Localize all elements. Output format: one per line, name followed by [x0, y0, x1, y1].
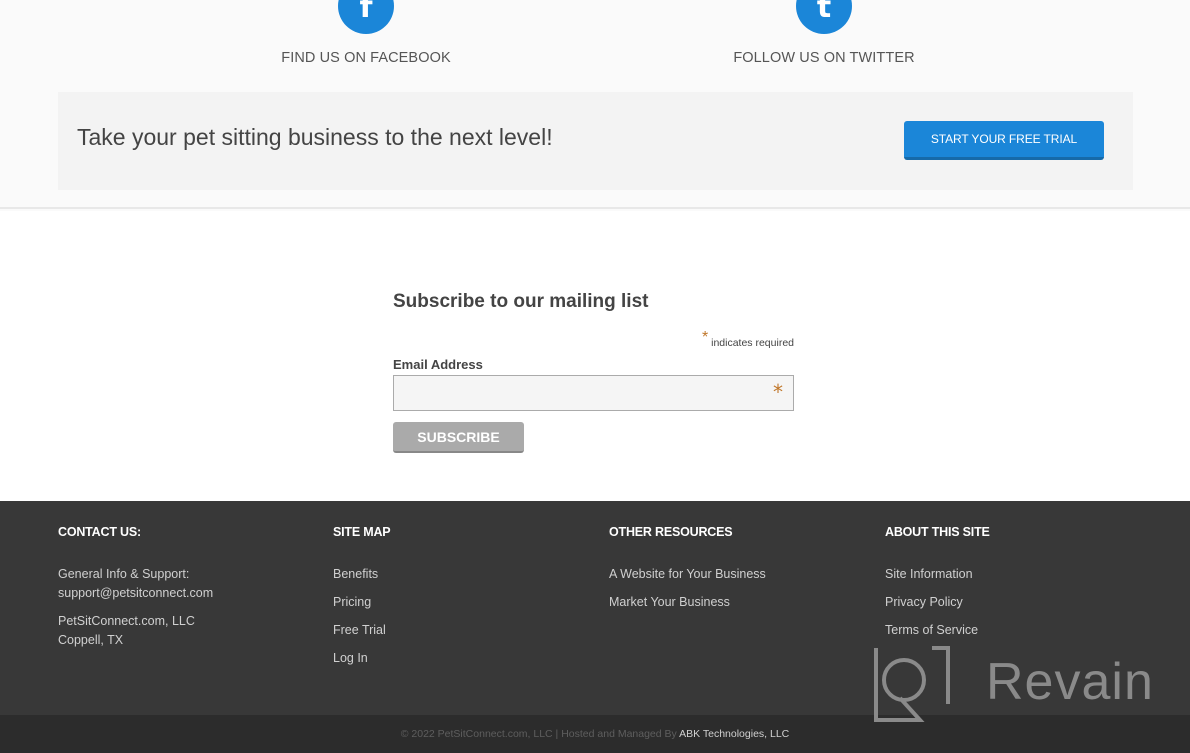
footer-sitemap: SITE MAP Benefits Pricing Free Trial Log… [333, 525, 391, 677]
sitemap-link-pricing[interactable]: Pricing [333, 593, 390, 612]
email-required-asterisk-icon: * [773, 380, 783, 404]
host-link[interactable]: ABK Technologies, LLC [679, 728, 789, 740]
email-input[interactable]: * [393, 375, 794, 411]
mailing-list-title: Subscribe to our mailing list [393, 291, 649, 312]
copyright-text: © 2022 PetSitConnect.com, LLC | Hosted a… [400, 728, 677, 740]
twitter-label[interactable]: FOLLOW US ON TWITTER [690, 50, 958, 66]
contact-line: PetSitConnect.com, LLC [58, 614, 195, 628]
cta-text: Take your pet sitting business to the ne… [77, 124, 553, 150]
sitemap-link-free-trial[interactable]: Free Trial [333, 621, 390, 640]
footer-about: ABOUT THIS SITE Site Information Privacy… [885, 525, 990, 649]
facebook-label[interactable]: FIND US ON FACEBOOK [232, 50, 500, 66]
required-note: * indicates required [700, 329, 794, 351]
twitter-icon[interactable]: t [796, 0, 852, 34]
social-section: f FIND US ON FACEBOOK t FOLLOW US ON TWI… [0, 0, 1190, 209]
sitemap-link-benefits[interactable]: Benefits [333, 565, 390, 584]
footer-sitemap-heading: SITE MAP [333, 525, 391, 539]
footer-about-heading: ABOUT THIS SITE [885, 525, 990, 539]
email-label: Email Address [393, 357, 483, 372]
mailing-list-section: Subscribe to our mailing list * indicate… [0, 211, 1190, 501]
cta-banner: Take your pet sitting business to the ne… [58, 92, 1133, 190]
contact-email[interactable]: support@petsitconnect.com [58, 584, 213, 603]
sitemap-link-log-in[interactable]: Log In [333, 649, 390, 668]
subscribe-button[interactable]: SUBSCRIBE [393, 422, 524, 453]
page: f FIND US ON FACEBOOK t FOLLOW US ON TWI… [0, 0, 1190, 753]
contact-line: General Info & Support: [58, 567, 190, 581]
about-link-privacy-policy[interactable]: Privacy Policy [885, 593, 990, 612]
about-link-terms-of-service[interactable]: Terms of Service [885, 621, 990, 640]
footer-resources-heading: OTHER RESOURCES [609, 525, 733, 539]
required-asterisk-icon: * [701, 329, 709, 346]
required-note-text: indicates required [711, 337, 794, 349]
footer: CONTACT US: General Info & Support: supp… [0, 501, 1190, 715]
copyright-bar: © 2022 PetSitConnect.com, LLC | Hosted a… [0, 715, 1190, 753]
resources-link-market[interactable]: Market Your Business [609, 593, 766, 612]
facebook-icon[interactable]: f [338, 0, 394, 34]
footer-contact-heading: CONTACT US: [58, 525, 141, 539]
footer-contact: CONTACT US: General Info & Support: supp… [58, 525, 213, 650]
about-link-site-information[interactable]: Site Information [885, 565, 990, 584]
start-free-trial-button[interactable]: START YOUR FREE TRIAL [904, 121, 1104, 160]
resources-link-website[interactable]: A Website for Your Business [609, 565, 766, 584]
contact-line: Coppell, TX [58, 633, 124, 647]
footer-resources: OTHER RESOURCES A Website for Your Busin… [609, 525, 766, 621]
